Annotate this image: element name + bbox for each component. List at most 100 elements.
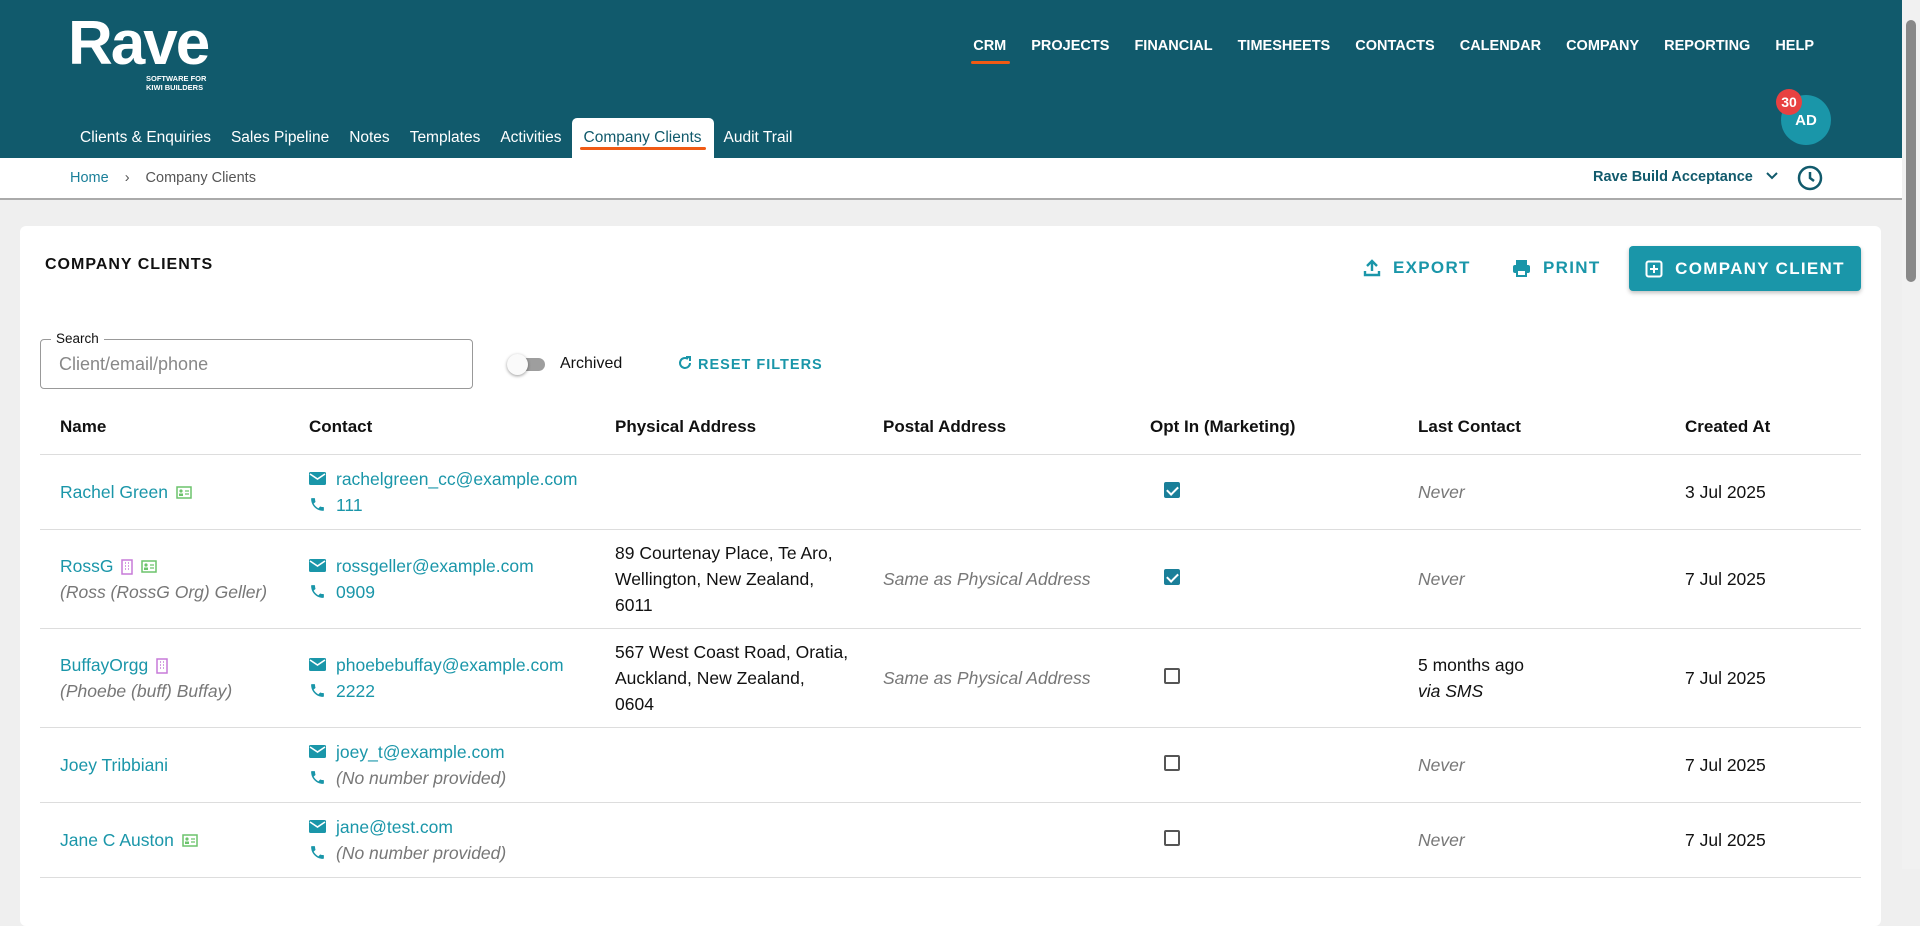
add-company-client-button[interactable]: COMPANY CLIENT (1629, 246, 1861, 291)
cell-opt-in (1130, 727, 1398, 803)
nav-reporting[interactable]: REPORTING (1664, 38, 1750, 54)
email-link[interactable]: joey_t@example.com (336, 739, 505, 765)
cell-postal-address: Same as Physical Address (863, 628, 1130, 728)
table-row[interactable]: Jane C Auston jane@test.com (No number pr… (40, 802, 1861, 878)
phone-icon (311, 684, 324, 697)
search-field: Search (40, 331, 473, 389)
nav-projects[interactable]: PROJECTS (1031, 38, 1109, 54)
breadcrumb-home[interactable]: Home (70, 170, 109, 186)
column-header-last-contact[interactable]: Last Contact (1398, 401, 1665, 455)
nav-contacts[interactable]: CONTACTS (1355, 38, 1434, 54)
export-label: EXPORT (1393, 258, 1471, 277)
tab-company-clients[interactable]: Company Clients (571, 118, 714, 158)
tab-activities[interactable]: Activities (490, 118, 571, 158)
client-name-link[interactable]: BuffayOrgg (60, 655, 148, 675)
contact-card-icon (141, 560, 158, 574)
phone-icon (311, 771, 324, 784)
breadcrumb-separator: › (124, 170, 130, 186)
email-link[interactable]: rossgeller@example.com (336, 553, 534, 579)
cell-last-contact: Never (1398, 727, 1665, 803)
column-header-name[interactable]: Name (40, 401, 289, 455)
client-subtitle: (Ross (RossG Org) Geller) (60, 581, 268, 602)
breadcrumb-bar: Home › Company Clients Rave Build Acceptan… (0, 158, 1902, 200)
address-line: Auckland, New Zealand, (615, 667, 805, 688)
nav-company[interactable]: COMPANY (1566, 38, 1639, 54)
last-contact: Never (1418, 754, 1465, 775)
cell-physical-address (595, 727, 863, 803)
page-scrollbar[interactable] (1902, 0, 1920, 869)
opt-in-checkbox[interactable] (1164, 829, 1180, 846)
opt-in-checkbox[interactable] (1164, 667, 1180, 684)
opt-in-checkbox[interactable] (1164, 481, 1180, 498)
column-header-postal-address[interactable]: Postal Address (863, 401, 1130, 455)
breadcrumb-current: Company Clients (145, 170, 256, 186)
chevron-down-icon (1766, 172, 1778, 180)
cell-postal-address: Same as Physical Address (863, 529, 1130, 629)
opt-in-checkbox[interactable] (1164, 754, 1180, 771)
tab-templates[interactable]: Templates (400, 118, 491, 158)
email-link[interactable]: phoebebuffay@example.com (336, 652, 564, 678)
cell-physical-address: 89 Courtenay Place, Te Aro, Wellington, N… (595, 529, 863, 629)
nav-help[interactable]: HELP (1775, 38, 1814, 54)
cell-postal-address (863, 727, 1130, 803)
table-row[interactable]: RossG (Ross (RossG Org) Geller) rossgelle… (40, 529, 1861, 629)
cell-contact: phoebebuffay@example.com 2222 (289, 628, 595, 728)
plus-box-icon (1645, 260, 1663, 277)
scrollbar-thumb[interactable] (1906, 20, 1916, 282)
tab-sales-pipeline[interactable]: Sales Pipeline (221, 118, 339, 158)
clock-history-icon[interactable] (1797, 165, 1823, 191)
last-contact: Never (1418, 568, 1465, 589)
rave-logo[interactable]: Rave SOFTWARE FOR KIWI BUILDERS (68, 13, 210, 93)
app-header: Rave SOFTWARE FOR KIWI BUILDERS CRM PROJ… (0, 0, 1902, 158)
export-button[interactable]: EXPORT (1363, 258, 1471, 278)
client-name-link[interactable]: Joey Tribbiani (60, 755, 168, 775)
add-company-client-label: COMPANY CLIENT (1675, 258, 1845, 278)
cell-opt-in (1130, 529, 1398, 629)
tab-audit-trail[interactable]: Audit Trail (714, 118, 803, 158)
tab-clients-enquiries[interactable]: Clients & Enquiries (70, 118, 221, 158)
phone-number: (No number provided) (336, 767, 507, 788)
column-header-opt-in[interactable]: Opt In (Marketing) (1130, 401, 1398, 455)
nav-timesheets[interactable]: TIMESHEETS (1238, 38, 1331, 54)
last-contact: Never (1418, 481, 1465, 502)
email-link[interactable]: jane@test.com (336, 814, 453, 840)
reset-filters-label: RESET FILTERS (698, 357, 823, 373)
cell-created-at: 7 Jul 2025 (1665, 727, 1861, 803)
company-clients-card: COMPANY CLIENTS EXPORT PRINT COMPANY CLI… (20, 226, 1881, 926)
cell-name: BuffayOrgg (Phoebe (buff) Buffay) (40, 628, 289, 728)
table-row[interactable]: Rachel Green rachelgreen_cc@example.com 1… (40, 454, 1861, 530)
table-row[interactable]: BuffayOrgg (Phoebe (buff) Buffay) phoebeb… (40, 628, 1861, 728)
column-header-physical-address[interactable]: Physical Address (595, 401, 863, 455)
client-name-link[interactable]: Jane C Auston (60, 830, 174, 850)
column-header-contact[interactable]: Contact (289, 401, 595, 455)
column-header-created-at[interactable]: Created At (1665, 401, 1861, 455)
nav-crm[interactable]: CRM (971, 38, 1011, 64)
company-clients-table: Name Contact Physical Address Postal Add… (40, 401, 1861, 878)
phone-number[interactable]: 0909 (336, 579, 375, 605)
opt-in-checkbox[interactable] (1164, 568, 1180, 585)
search-label: Search (51, 331, 104, 346)
cell-last-contact: Never (1398, 802, 1665, 878)
cell-physical-address: 567 West Coast Road, Oratia, Auckland, Ne… (595, 628, 863, 728)
client-name-link[interactable]: RossG (60, 556, 113, 576)
tab-notes[interactable]: Notes (339, 118, 400, 158)
archived-toggle[interactable] (507, 354, 547, 375)
email-icon (309, 559, 326, 572)
phone-number[interactable]: 2222 (336, 678, 375, 704)
notification-badge[interactable]: 30 (1776, 89, 1802, 115)
search-input[interactable] (41, 340, 472, 388)
cell-opt-in (1130, 454, 1398, 530)
organisation-selector[interactable]: Rave Build Acceptance (1593, 169, 1779, 185)
cell-contact: joey_t@example.com (No number provided) (289, 727, 595, 803)
cell-opt-in (1130, 802, 1398, 878)
email-link[interactable]: rachelgreen_cc@example.com (336, 466, 578, 492)
phone-number[interactable]: 111 (336, 492, 363, 518)
nav-financial[interactable]: FINANCIAL (1134, 38, 1212, 54)
client-name-link[interactable]: Rachel Green (60, 482, 168, 502)
reset-filters-button[interactable]: RESET FILTERS (678, 356, 823, 373)
nav-calendar[interactable]: CALENDAR (1460, 38, 1541, 54)
cell-contact: jane@test.com (No number provided) (289, 802, 595, 878)
table-row[interactable]: Joey Tribbiani joey_t@example.com (No num… (40, 727, 1861, 803)
print-button[interactable]: PRINT (1512, 258, 1601, 278)
cell-name: Jane C Auston (40, 802, 289, 878)
